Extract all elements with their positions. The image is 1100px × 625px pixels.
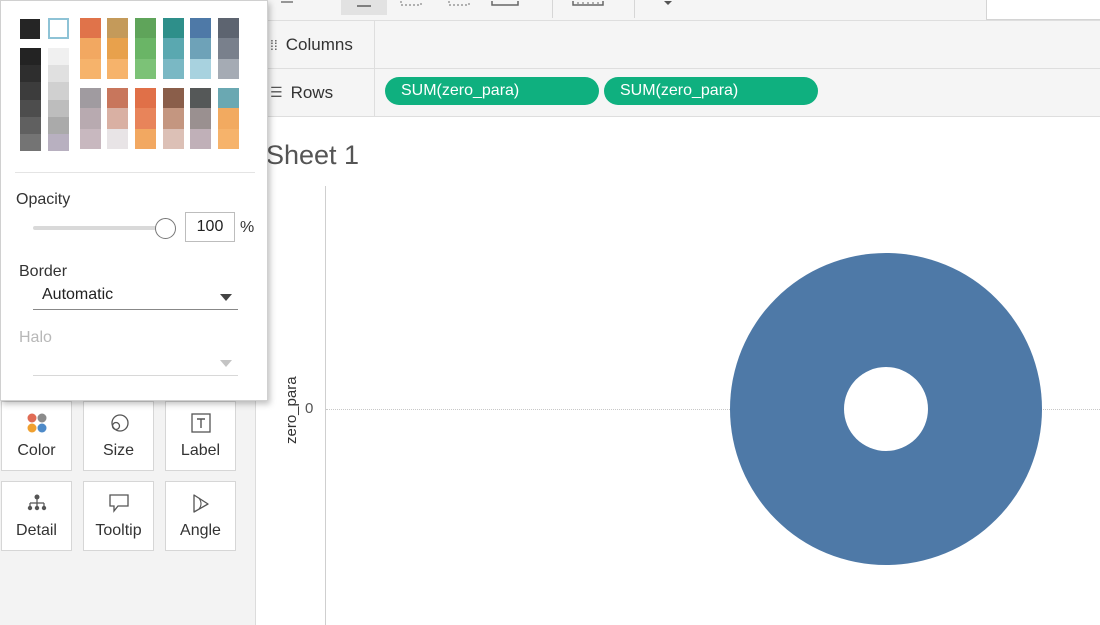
size-button-label: Size [102,442,135,459]
label-button-label: Label [180,442,221,459]
toolbar-search-box[interactable] [986,0,1100,20]
palette-slate[interactable] [218,18,239,79]
chevron-down-icon [220,360,232,367]
opacity-slider-handle[interactable] [155,218,176,239]
palette-orange[interactable] [80,18,101,79]
columns-label-text: Columns [285,34,353,54]
palette-gray-dark[interactable] [20,48,41,152]
color-icon [27,413,46,433]
swatch-white-selected[interactable] [48,18,69,39]
tableau-workspace: Color Size Label Detail Tooltip Angle ⁞⁞… [0,0,1100,625]
toolbar-divider [552,0,553,18]
chevron-down-icon [220,294,232,301]
opacity-label: Opacity [16,191,71,208]
shelf-divider [374,69,375,116]
palette-brown[interactable] [163,88,184,149]
columns-icon: ⁞⁞ [270,36,278,53]
fit-icon [357,5,371,7]
toolbar-divider [634,0,635,18]
fit-height-icon[interactable] [448,0,470,15]
detail-button[interactable]: Detail [1,481,72,551]
chart-area [730,253,1042,565]
popup-separator [15,172,255,173]
palette-terracotta[interactable] [107,88,128,149]
halo-label: Halo [19,329,52,346]
palette-teal-orange[interactable] [218,88,239,149]
opacity-unit: % [240,219,255,236]
size-button[interactable]: Size [83,401,154,471]
rows-label-text: Rows [290,82,334,102]
rows-shelf-label: ☰ Rows [270,69,333,116]
toolbar [256,0,1100,21]
donut-hole-0[interactable] [844,367,928,451]
palette-green[interactable] [135,18,156,79]
rows-pill-sum-zero-para-2[interactable]: SUM(zero_para) [604,77,818,105]
dropdown-icon[interactable] [662,0,674,15]
rows-shelf[interactable]: ☰ Rows SUM(zero_para) SUM(zero_para) [256,69,1100,117]
color-button[interactable]: Color [1,401,72,471]
swatch-black[interactable] [20,19,40,39]
columns-shelf[interactable]: ⁞⁞ Columns [256,21,1100,69]
halo-dropdown [33,348,238,376]
label-icon [190,413,211,433]
tooltip-icon [108,494,129,513]
show-me-icon[interactable] [491,0,519,15]
opacity-slider-track[interactable] [33,226,163,230]
angle-icon [192,494,209,513]
rows-icon: ☰ [270,84,283,100]
fit-width-icon[interactable] [400,0,422,15]
angle-button[interactable]: Angle [165,481,236,551]
label-button[interactable]: Label [165,401,236,471]
detail-button-label: Detail [16,522,57,539]
palette-gold[interactable] [107,18,128,79]
dashboard-icon[interactable] [572,0,604,15]
border-dropdown[interactable]: Automatic [33,282,238,310]
color-popup: Opacity % Border Automatic Halo [0,0,268,401]
opacity-input[interactable] [185,212,235,242]
angle-button-label: Angle [180,522,221,539]
palette-gray-rose[interactable] [190,88,211,149]
worksheet-view: Sheet 1 zero_para 0 [256,118,1100,625]
tooltip-button[interactable]: Tooltip [83,481,154,551]
palette-mauve[interactable] [80,88,101,149]
palette-gray-light[interactable] [48,48,69,152]
color-button-label: Color [17,442,56,459]
tooltip-button-label: Tooltip [95,522,142,539]
detail-icon [27,494,46,511]
border-dropdown-value: Automatic [42,286,114,303]
border-label: Border [19,263,68,280]
rows-pill-sum-zero-para[interactable]: SUM(zero_para) [385,77,599,105]
palette-blue[interactable] [190,18,211,79]
sort-icon[interactable] [280,0,294,15]
pill-label: SUM(zero_para) [620,82,739,99]
shelf-divider [374,21,375,68]
fit-button[interactable] [341,0,387,15]
palette-teal[interactable] [163,18,184,79]
size-icon [110,414,129,432]
palette-orange-brown[interactable] [135,88,156,149]
columns-shelf-label: ⁞⁞ Columns [270,21,353,68]
pill-label: SUM(zero_para) [401,82,520,99]
